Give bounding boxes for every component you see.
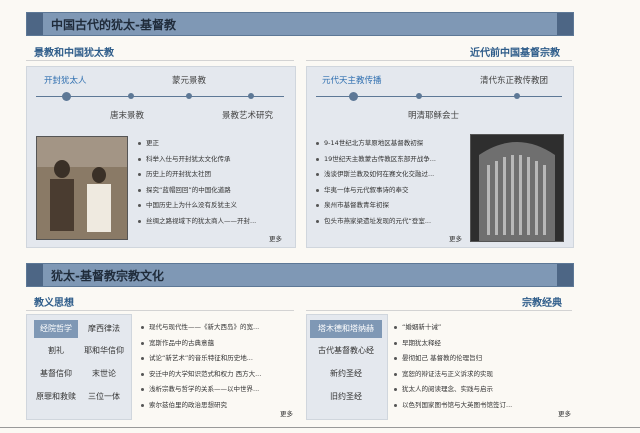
section-banner-ancient: 中国古代的犹太-基督教: [26, 12, 574, 36]
timeline-dot: [128, 93, 134, 99]
news-list-doctrine: 现代与现代性——《新大西岛》的宽... 宽斯作品中的古典意蕴 试论“新艺术”的音…: [141, 320, 261, 413]
news-item[interactable]: 以色列国家图书馆与大英图书馆签订...: [394, 398, 512, 414]
scripture-tab[interactable]: 古代基督教心经: [310, 342, 382, 360]
timeline-item-tang-nestorian[interactable]: 唐末景教: [110, 109, 144, 121]
news-item[interactable]: 宽斯作品中的古典意蕴: [141, 336, 261, 352]
timeline-dot: [416, 93, 422, 99]
news-item[interactable]: 晏彻如己 基督教的伦理旨归: [394, 351, 512, 367]
doctrine-tab[interactable]: 摩西律法: [82, 320, 126, 338]
timeline-line: [36, 96, 284, 97]
news-item[interactable]: 现代与现代性——《新大西岛》的宽...: [141, 320, 261, 336]
scripture-tab[interactable]: 旧约圣经: [310, 388, 382, 406]
news-list-christianity: 9-14世纪北方草原地区基督教初探 19世纪天主教蒙古传教区东部开战争... 浅…: [316, 136, 436, 229]
news-item[interactable]: 历史上的开封犹太社团: [138, 167, 256, 183]
news-item[interactable]: 安迁中的大学知识范式和权力 西方大...: [141, 367, 261, 383]
news-item[interactable]: 更正: [138, 136, 256, 152]
news-item[interactable]: 华夷一体与元代叙事诗的奉交: [316, 183, 436, 199]
banner-edge-left: [27, 264, 43, 286]
scripture-tab[interactable]: 塔木德和塔纳赫: [310, 320, 382, 338]
news-item[interactable]: 丝绸之路视域下的犹太商人——开封...: [138, 214, 256, 230]
divider: [26, 310, 294, 311]
divider: [26, 60, 294, 61]
news-item[interactable]: 探究“蓝帽回回”的中国化道路: [138, 183, 256, 199]
news-item[interactable]: “婚姻新十诫”: [394, 320, 512, 336]
more-link[interactable]: 更多: [449, 233, 462, 243]
news-item[interactable]: 19世纪天主教蒙古传教区东部开战争...: [316, 152, 436, 168]
news-item[interactable]: 中国历史上为什么没有反犹主义: [138, 198, 256, 214]
doctrine-tab[interactable]: 割礼: [34, 342, 78, 360]
doctrine-tab[interactable]: 基督信仰: [34, 365, 78, 383]
news-list-scriptures: “婚姻新十诫” 早期犹太释经 晏彻如己 基督教的伦理旨归 宽恕的辩证法与正义诉求…: [394, 320, 512, 413]
more-link[interactable]: 更多: [269, 233, 282, 243]
timeline-dot: [186, 93, 192, 99]
banner-edge-right: [557, 13, 573, 35]
more-link[interactable]: 更多: [558, 408, 571, 418]
doctrine-tab[interactable]: 末世论: [82, 365, 126, 383]
timeline-dot: [62, 92, 71, 101]
section-banner-culture: 犹太-基督教宗教文化: [26, 263, 574, 287]
historical-photo: [36, 136, 128, 240]
timeline-dot: [349, 92, 358, 101]
timeline-item-art-research[interactable]: 景教艺术研究: [222, 109, 273, 121]
section-heading-scriptures[interactable]: 宗教经典: [522, 294, 562, 309]
scripture-tab[interactable]: 新约圣经: [310, 365, 382, 383]
stele-image: [470, 134, 564, 242]
section-heading-nestorian[interactable]: 景教和中国犹太教: [34, 44, 114, 59]
news-item[interactable]: 浅谈伊斯兰教及如何在赛文化交融过...: [316, 167, 436, 183]
divider: [306, 60, 572, 61]
timeline-item-jesuits[interactable]: 明清耶稣会士: [408, 109, 459, 121]
timeline-dot: [514, 93, 520, 99]
footer-line: [0, 427, 640, 428]
news-item[interactable]: 泉州市基督教青年初探: [316, 198, 436, 214]
news-item[interactable]: 早期犹太释经: [394, 336, 512, 352]
news-item[interactable]: 索尔兹伯里的政治思想研究: [141, 398, 261, 414]
timeline-dot: [248, 93, 254, 99]
banner-edge-right: [557, 264, 573, 286]
news-item[interactable]: 犹太人的阅读理念、实践与启示: [394, 382, 512, 398]
news-list-nestorian: 更正 科举入仕与开封犹太文化传承 历史上的开封犹太社团 探究“蓝帽回回”的中国化…: [138, 136, 256, 229]
news-item[interactable]: 包头市燕家梁遗址发现的元代“登室...: [316, 214, 436, 230]
more-link[interactable]: 更多: [280, 408, 293, 418]
doctrine-tab[interactable]: 三位一体: [82, 388, 126, 406]
news-item[interactable]: 宽恕的辩证法与正义诉求的实现: [394, 367, 512, 383]
section-heading-doctrine[interactable]: 教义思想: [34, 294, 74, 309]
news-item[interactable]: 试论“新艺术”的音乐特征和历史地...: [141, 351, 261, 367]
doctrine-tab[interactable]: 原罪和救赎: [34, 388, 78, 406]
news-item[interactable]: 浅析宗教与哲学的关系——以中世界...: [141, 382, 261, 398]
news-item[interactable]: 9-14世纪北方草原地区基督教初探: [316, 136, 436, 152]
timeline-item-qing-orthodox[interactable]: 清代东正教传教团: [480, 74, 548, 86]
timeline-item-yuan-nestorian[interactable]: 蒙元景教: [172, 74, 206, 86]
timeline-item-kaifeng[interactable]: 开封犹太人: [44, 74, 87, 86]
banner-edge-left: [27, 13, 43, 35]
banner-title: 犹太-基督教宗教文化: [51, 269, 164, 283]
timeline-item-yuan-catholic[interactable]: 元代天主教传播: [322, 74, 382, 86]
news-item[interactable]: 科举入仕与开封犹太文化传承: [138, 152, 256, 168]
doctrine-tab[interactable]: 耶和华信仰: [82, 342, 126, 360]
doctrine-tab[interactable]: 经院哲学: [34, 320, 78, 338]
banner-title: 中国古代的犹太-基督教: [51, 18, 176, 32]
section-heading-premodern-christianity[interactable]: 近代前中国基督宗教: [470, 44, 560, 59]
divider: [306, 310, 572, 311]
